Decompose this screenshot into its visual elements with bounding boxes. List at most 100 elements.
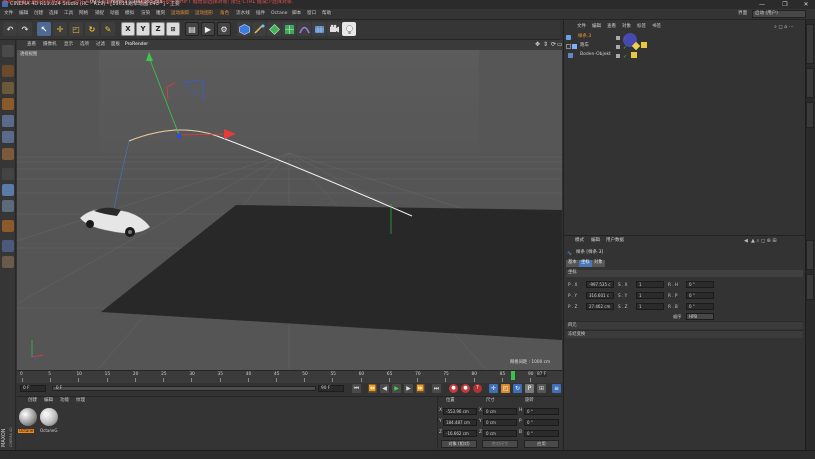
om-menu-bookmarks[interactable]: 书签 bbox=[652, 24, 661, 30]
close-button[interactable]: ✕ bbox=[801, 1, 811, 8]
redo-icon[interactable]: ↷ bbox=[18, 22, 32, 36]
coord-rot-p-field[interactable]: 0 ° bbox=[524, 419, 559, 426]
key-parameter-icon[interactable]: P bbox=[525, 384, 534, 393]
menu-tools[interactable]: 工具 bbox=[64, 11, 73, 17]
menu-character[interactable]: 角色 bbox=[220, 11, 229, 17]
lock-workplane-icon[interactable] bbox=[2, 240, 14, 252]
om-menu-edit[interactable]: 编辑 bbox=[592, 24, 601, 30]
next-frame-icon[interactable]: ▶ bbox=[404, 384, 413, 393]
am-section-freeze[interactable]: 冻结变换 bbox=[566, 330, 803, 338]
viewport-menu-display[interactable]: 显示 bbox=[64, 42, 73, 48]
viewport-menu-options[interactable]: 选项 bbox=[80, 42, 89, 48]
material-menu-texture[interactable]: 纹理 bbox=[76, 398, 85, 404]
viewport-zoom-icon[interactable]: ⇕ bbox=[543, 42, 549, 48]
floor-texture-tag-icon[interactable] bbox=[631, 52, 637, 58]
start-frame-field[interactable]: 0 F bbox=[20, 385, 46, 392]
viewport-menu-cameras[interactable]: 摄像机 bbox=[43, 42, 57, 48]
coord-size-mode-select[interactable]: 绝对尺寸 bbox=[482, 440, 518, 448]
am-tab-object[interactable]: 对象 bbox=[592, 260, 605, 267]
am-sy-field[interactable]: 1 bbox=[636, 292, 664, 299]
coord-pos-y-field[interactable]: 184.487 cm bbox=[443, 419, 477, 426]
timeline-playhead[interactable] bbox=[511, 371, 516, 380]
am-menu-mode[interactable]: 模式 bbox=[575, 238, 584, 244]
z-axis-lock-icon[interactable]: Z bbox=[151, 22, 165, 36]
object-visibility-dot[interactable] bbox=[616, 45, 620, 49]
menu-help[interactable]: 帮助 bbox=[322, 11, 331, 17]
material-menu-edit[interactable]: 编辑 bbox=[44, 398, 53, 404]
menu-mograph[interactable]: 运动图形 bbox=[195, 11, 213, 17]
rotate-tool-icon[interactable]: ↻ bbox=[85, 22, 99, 36]
model-mode-icon[interactable] bbox=[2, 65, 14, 77]
coord-apply-button[interactable]: 应用 bbox=[524, 440, 559, 448]
texture-mode-icon[interactable] bbox=[2, 82, 14, 94]
edges-mode-icon[interactable] bbox=[2, 131, 14, 143]
am-rp-field[interactable]: 0 ° bbox=[686, 292, 714, 299]
am-section-quaternion[interactable]: 四元 bbox=[566, 321, 803, 329]
key-rotation-icon[interactable]: ↻ bbox=[513, 384, 522, 393]
object-name-spline3[interactable]: 样条.3 bbox=[578, 34, 591, 40]
make-editable-icon[interactable] bbox=[2, 45, 14, 57]
coord-pos-x-field[interactable]: -553.96 cm bbox=[443, 408, 477, 415]
object-row-car[interactable]: 跑车 ✓ bbox=[566, 43, 802, 51]
om-search-icons[interactable]: ⌕ ◻ ⌂ ⋯ bbox=[774, 24, 804, 30]
viewport-menu-filter[interactable]: 过滤 bbox=[96, 42, 105, 48]
menu-snap[interactable]: 捕捉 bbox=[95, 11, 104, 17]
coord-mode-select[interactable]: 对象 (相对) bbox=[441, 440, 477, 448]
coord-pos-z-field[interactable]: -16.662 cm bbox=[443, 430, 477, 437]
material-menu-create[interactable]: 创建 bbox=[28, 398, 37, 404]
am-rb-field[interactable]: 0 ° bbox=[686, 303, 714, 310]
coord-size-x-field[interactable]: 0 cm bbox=[483, 408, 517, 415]
axis-mode-icon[interactable] bbox=[2, 168, 14, 180]
frame-range-slider[interactable] bbox=[52, 386, 316, 391]
om-menu-tags[interactable]: 标签 bbox=[637, 24, 646, 30]
coord-size-y-field[interactable]: 0 cm bbox=[483, 419, 517, 426]
object-name-car[interactable]: 跑车 bbox=[580, 43, 589, 49]
am-tab-coord[interactable]: 坐标 bbox=[579, 260, 592, 267]
menu-edit[interactable]: 编辑 bbox=[19, 11, 28, 17]
om-menu-objects[interactable]: 对象 bbox=[622, 24, 631, 30]
menu-animate[interactable]: 动画 bbox=[110, 11, 119, 17]
key-pla-icon[interactable]: ⊞ bbox=[537, 384, 546, 393]
am-nav-icons[interactable]: ◀ ▲ ⌕ ◻ ⊕ ⊞ bbox=[744, 238, 804, 244]
am-pz-field[interactable]: 27.462 cm bbox=[586, 303, 614, 310]
material-label-octaneg[interactable]: OctaneG bbox=[39, 429, 58, 433]
viewport-menu-view[interactable]: 查看 bbox=[27, 42, 36, 48]
viewport-move-icon[interactable]: ✥ bbox=[535, 42, 541, 48]
object-visibility-dot[interactable] bbox=[616, 36, 620, 40]
object-enable-check-icon[interactable]: ✓ bbox=[623, 54, 627, 60]
menu-file[interactable]: 文件 bbox=[4, 11, 13, 17]
menu-pipeline[interactable]: 流水线 bbox=[236, 11, 250, 17]
deformer-icon[interactable] bbox=[297, 22, 311, 36]
am-menu-user-data[interactable]: 用户数据 bbox=[606, 238, 624, 244]
points-mode-icon[interactable] bbox=[2, 115, 14, 127]
polygons-mode-icon[interactable] bbox=[2, 148, 14, 160]
material-label-octane[interactable]: Octane bbox=[18, 429, 35, 433]
live-selection-icon[interactable]: ↖ bbox=[37, 22, 51, 36]
light-icon[interactable] bbox=[342, 22, 356, 36]
coord-size-z-field[interactable]: 0 cm bbox=[483, 430, 517, 437]
timeline-window-icon[interactable]: ≡ bbox=[552, 384, 561, 393]
next-key-icon[interactable]: ⏩ bbox=[416, 384, 425, 393]
menu-mesh[interactable]: 网格 bbox=[79, 11, 88, 17]
sculpt-icon[interactable] bbox=[2, 220, 14, 232]
undo-icon[interactable]: ↶ bbox=[3, 22, 17, 36]
minimize-button[interactable]: — bbox=[757, 1, 767, 8]
maximize-button[interactable]: ❐ bbox=[780, 1, 790, 8]
am-sx-field[interactable]: 1 bbox=[636, 281, 664, 288]
end-frame-field[interactable]: 90 F bbox=[318, 385, 344, 392]
am-sz-field[interactable]: 1 bbox=[636, 303, 664, 310]
play-forward-icon[interactable]: ▶ bbox=[392, 384, 401, 393]
menu-create[interactable]: 创建 bbox=[34, 11, 43, 17]
menu-plugins[interactable]: 插件 bbox=[256, 11, 265, 17]
menu-render[interactable]: 渲染 bbox=[141, 11, 150, 17]
menu-simulate[interactable]: 模拟 bbox=[125, 11, 134, 17]
prev-key-icon[interactable]: ⏪ bbox=[368, 384, 377, 393]
render-to-picture-viewer-icon[interactable]: ▶ bbox=[201, 22, 215, 36]
tab-content-browser-vertical[interactable] bbox=[806, 68, 814, 98]
viewport-menu-panel[interactable]: 面板 bbox=[111, 42, 120, 48]
am-rh-field[interactable]: 0 ° bbox=[686, 281, 714, 288]
autokey-icon[interactable]: ● bbox=[461, 384, 470, 393]
am-menu-edit[interactable]: 编辑 bbox=[591, 238, 600, 244]
render-settings-icon[interactable]: ⚙ bbox=[217, 22, 231, 36]
tab-structure-vertical[interactable] bbox=[806, 102, 814, 128]
